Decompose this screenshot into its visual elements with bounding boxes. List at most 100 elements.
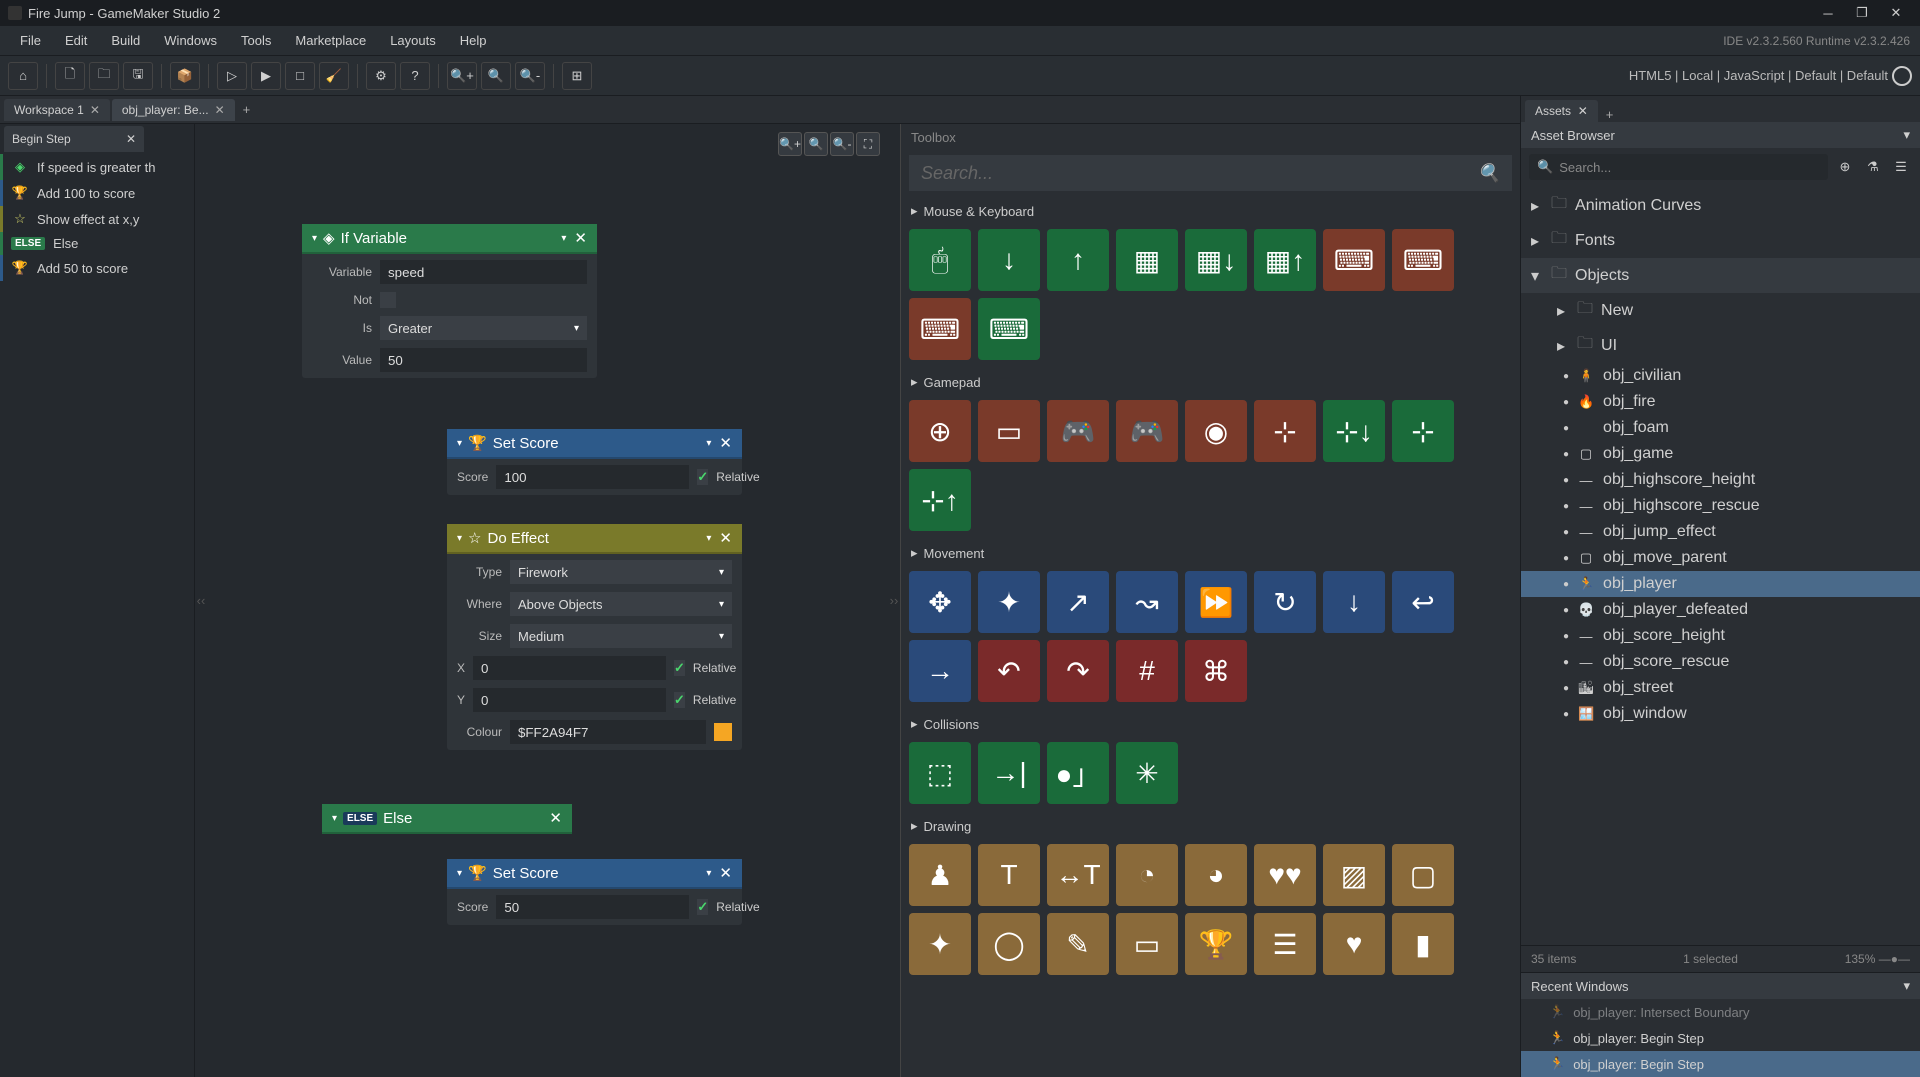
tree-obj-hs-height[interactable]: ●—obj_highscore_height bbox=[1521, 467, 1920, 493]
tool-hearts-icon[interactable]: ♥♥ bbox=[1254, 844, 1316, 906]
menu-layouts[interactable]: Layouts bbox=[380, 29, 446, 52]
dropdown-icon[interactable]: ▾ bbox=[561, 233, 566, 244]
close-icon[interactable]: ✕ bbox=[549, 809, 562, 827]
tab-assets[interactable]: Assets ✕ bbox=[1525, 100, 1598, 122]
tree-new[interactable]: ▸🗀New bbox=[1521, 293, 1920, 328]
menu-button[interactable]: ☰ bbox=[1890, 156, 1912, 178]
recent-row-0[interactable]: 🏃obj_player: Intersect Boundary bbox=[1521, 999, 1920, 1025]
minimize-button[interactable]: ─ bbox=[1812, 2, 1844, 24]
tree-ui[interactable]: ▸🗀UI bbox=[1521, 328, 1920, 363]
package-button[interactable]: 📦 bbox=[170, 62, 200, 90]
tool-text-icon[interactable]: T bbox=[978, 844, 1040, 906]
tool-text-h-icon[interactable]: ↔T bbox=[1047, 844, 1109, 906]
stop-button[interactable]: □ bbox=[285, 62, 315, 90]
value-input[interactable] bbox=[380, 348, 587, 372]
close-icon[interactable]: ✕ bbox=[719, 864, 732, 882]
asset-search[interactable]: 🔍Search... bbox=[1529, 154, 1828, 180]
tree-obj-score-height[interactable]: ●—obj_score_height bbox=[1521, 623, 1920, 649]
tree-obj-player[interactable]: ●🏃obj_player bbox=[1521, 571, 1920, 597]
close-button[interactable]: ✕ bbox=[1880, 2, 1912, 24]
tree-obj-game[interactable]: ●▢obj_game bbox=[1521, 441, 1920, 467]
action-row-score100[interactable]: 🏆Add 100 to score bbox=[0, 180, 194, 206]
tool-circle-icon[interactable]: ◉ bbox=[1185, 400, 1247, 462]
not-checkbox[interactable] bbox=[380, 292, 396, 308]
close-icon[interactable]: ✕ bbox=[719, 434, 732, 452]
canvas-zoom-out[interactable]: 🔍- bbox=[830, 132, 854, 156]
tool-gamepad-icon[interactable]: 🎮 bbox=[1047, 400, 1109, 462]
tool-trophy-icon[interactable]: 🏆 bbox=[1185, 913, 1247, 975]
canvas-zoom-in[interactable]: 🔍+ bbox=[778, 132, 802, 156]
size-select[interactable]: Medium▾ bbox=[510, 624, 732, 648]
add-tab-button[interactable]: + bbox=[237, 102, 257, 117]
tool-reverse-icon[interactable]: ↶ bbox=[978, 640, 1040, 702]
tree-obj-civilian[interactable]: ●🧍obj_civilian bbox=[1521, 363, 1920, 389]
relative-checkbox[interactable] bbox=[674, 660, 685, 676]
divider-handle[interactable]: ›› bbox=[888, 124, 900, 1077]
node-do-effect[interactable]: ▾☆Do Effect ▾✕ TypeFirework▾ WhereAbove … bbox=[447, 524, 742, 750]
tool-pencil-icon[interactable]: ✎ bbox=[1047, 913, 1109, 975]
close-icon[interactable]: ✕ bbox=[90, 103, 100, 117]
tree-obj-jump[interactable]: ●—obj_jump_effect bbox=[1521, 519, 1920, 545]
section-drawing[interactable]: ▸Drawing bbox=[909, 814, 1512, 838]
action-row-else[interactable]: ELSEElse bbox=[0, 232, 194, 255]
tool-move-icon[interactable]: ✥ bbox=[909, 571, 971, 633]
score-input[interactable] bbox=[496, 465, 689, 489]
add-panel-tab[interactable]: + bbox=[1600, 107, 1620, 122]
maximize-button[interactable]: ❐ bbox=[1846, 2, 1878, 24]
tool-star-icon[interactable]: ✦ bbox=[909, 913, 971, 975]
tool-dpad-icon[interactable]: ⊹ bbox=[1254, 400, 1316, 462]
close-icon[interactable]: ✕ bbox=[574, 229, 587, 247]
tool-keyboard2-icon[interactable]: ⌨ bbox=[1392, 229, 1454, 291]
toolbox-search[interactable]: Search...🔍 bbox=[909, 155, 1512, 191]
action-row-effect[interactable]: ☆Show effect at x,y bbox=[0, 206, 194, 232]
canvas-fit[interactable]: ⛶ bbox=[856, 132, 880, 156]
close-icon[interactable]: ✕ bbox=[126, 132, 136, 146]
divider-handle[interactable]: ‹‹ bbox=[195, 124, 207, 1077]
settings-button[interactable]: ⚙ bbox=[366, 62, 396, 90]
tool-move-free-icon[interactable]: ✦ bbox=[978, 571, 1040, 633]
action-row-score50[interactable]: 🏆Add 50 to score bbox=[0, 255, 194, 281]
tree-obj-fire[interactable]: ●🔥obj_fire bbox=[1521, 389, 1920, 415]
tool-jump-icon[interactable]: ↗ bbox=[1047, 571, 1109, 633]
tool-collision-point-icon[interactable]: ●」 bbox=[1047, 742, 1109, 804]
tree-obj-foam[interactable]: ●obj_foam bbox=[1521, 415, 1920, 441]
target-label[interactable]: HTML5 | Local | JavaScript | Default | D… bbox=[1629, 68, 1888, 83]
tool-collision-solid-icon[interactable]: →| bbox=[978, 742, 1040, 804]
close-icon[interactable]: ✕ bbox=[215, 103, 225, 117]
new-button[interactable]: 🗋 bbox=[55, 62, 85, 90]
zoom-out-button[interactable]: 🔍- bbox=[515, 62, 545, 90]
chevron-down-icon[interactable]: ▾ bbox=[1903, 127, 1910, 143]
tree-obj-street[interactable]: ●🏙obj_street bbox=[1521, 675, 1920, 701]
tool-wrap-icon[interactable]: ↩ bbox=[1392, 571, 1454, 633]
target-icon[interactable] bbox=[1892, 66, 1912, 86]
zoom-in-button[interactable]: 🔍+ bbox=[447, 62, 477, 90]
filter-button[interactable]: ⚗ bbox=[1862, 156, 1884, 178]
tool-dpad-up-icon[interactable]: ⊹↑ bbox=[909, 469, 971, 531]
tool-path-icon[interactable]: ↝ bbox=[1116, 571, 1178, 633]
tool-collision-burst-icon[interactable]: ✳ bbox=[1116, 742, 1178, 804]
relative-checkbox[interactable] bbox=[697, 469, 708, 485]
dropdown-icon[interactable]: ▾ bbox=[706, 438, 711, 449]
recent-row-2[interactable]: 🏃obj_player: Begin Step bbox=[1521, 1051, 1920, 1077]
tool-grid-icon[interactable]: ▦ bbox=[1116, 229, 1178, 291]
close-icon[interactable]: ✕ bbox=[719, 529, 732, 547]
tree-animation-curves[interactable]: ▸🗀Animation Curves bbox=[1521, 188, 1920, 223]
debug-button[interactable]: ▷ bbox=[217, 62, 247, 90]
menu-file[interactable]: File bbox=[10, 29, 51, 52]
dropdown-icon[interactable]: ▾ bbox=[706, 868, 711, 879]
menu-help[interactable]: Help bbox=[450, 29, 497, 52]
tool-rotate-icon[interactable]: ↻ bbox=[1254, 571, 1316, 633]
tool-grid-up-icon[interactable]: ▦↑ bbox=[1254, 229, 1316, 291]
help-button[interactable]: ? bbox=[400, 62, 430, 90]
asset-browser-header[interactable]: Asset Browser▾ bbox=[1521, 122, 1920, 148]
tree-objects[interactable]: ▾🗀Objects bbox=[1521, 258, 1920, 293]
tool-pie2-icon[interactable]: ◕ bbox=[1185, 844, 1247, 906]
tool-hatch-icon[interactable]: ▨ bbox=[1323, 844, 1385, 906]
tool-fill-icon[interactable]: ▮ bbox=[1392, 913, 1454, 975]
tool-pie-icon[interactable]: ◔ bbox=[1116, 844, 1178, 906]
tool-dpad2-icon[interactable]: ⊹ bbox=[1392, 400, 1454, 462]
tool-self-icon[interactable]: ♟ bbox=[909, 844, 971, 906]
chevron-down-icon[interactable]: ▾ bbox=[1903, 978, 1910, 994]
node-set-score-50[interactable]: ▾🏆Set Score ▾✕ ScoreRelative bbox=[447, 859, 742, 925]
menu-tools[interactable]: Tools bbox=[231, 29, 281, 52]
